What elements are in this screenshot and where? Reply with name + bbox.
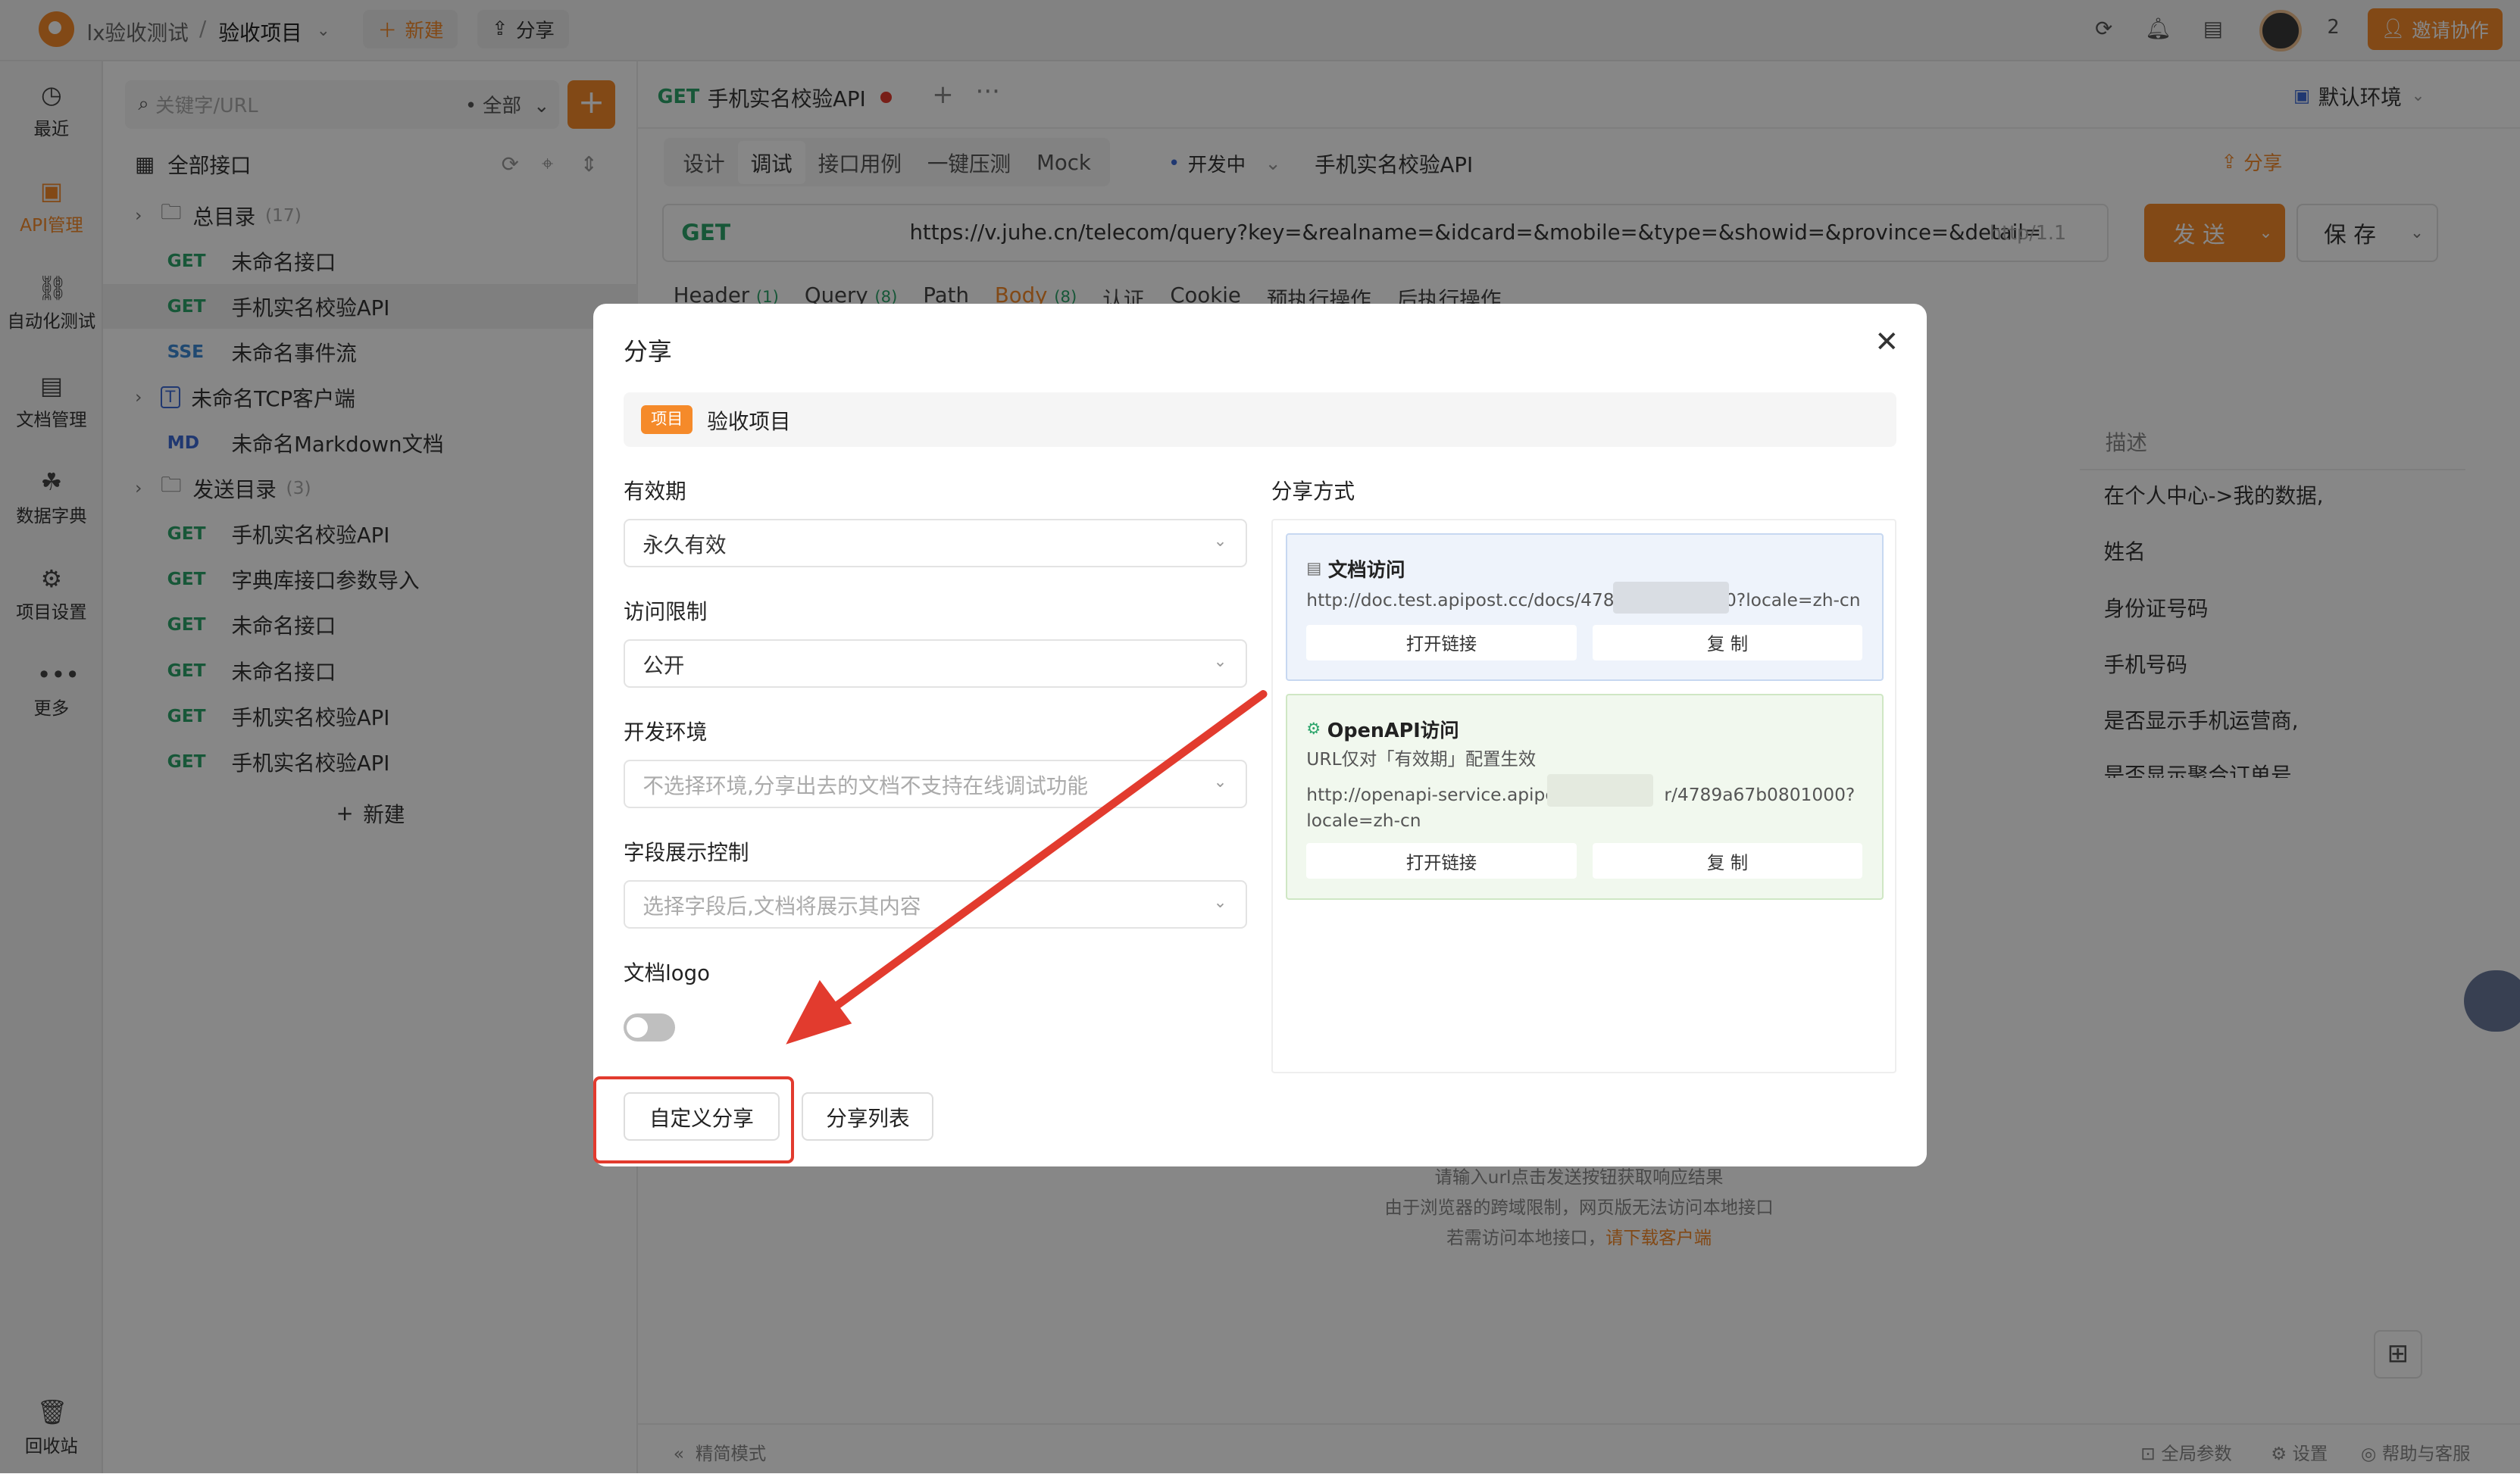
openapi-icon: ⚙ — [1306, 719, 1321, 739]
env-placeholder: 不选择环境,分享出去的文档不支持在线调试功能 — [643, 773, 1088, 799]
chevron-down-icon: ⌄ — [1213, 652, 1227, 672]
dialog-title: 分享 — [624, 337, 672, 367]
openapi-access-card: ⚙ OpenAPI访问 URL仅对「有效期」配置生效 http://openapi… — [1285, 694, 1884, 900]
share-list-label: 分享列表 — [826, 1106, 910, 1132]
validity-label: 有效期 — [624, 478, 686, 504]
redacted-block — [1613, 581, 1730, 614]
field-select[interactable]: 选择字段后,文档将展示其内容 ⌄ — [624, 880, 1248, 929]
doc-url-end: 0?locale=zh-cn — [1724, 589, 1861, 611]
doc-url-start: http://doc.test.apipost.cc/docs/4789 — [1306, 589, 1626, 611]
env-label: 开发环境 — [624, 719, 708, 745]
field-label: 字段展示控制 — [624, 840, 749, 866]
doc-copy-button[interactable]: 复 制 — [1592, 624, 1863, 660]
doc-open-button[interactable]: 打开链接 — [1306, 624, 1577, 660]
share-dialog: 分享 ✕ 项目 验收项目 有效期 永久有效 ⌄ 访问限制 公开 ⌄ 开发环境 不选择… — [592, 303, 1928, 1166]
openapi-open-button[interactable]: 打开链接 — [1306, 843, 1577, 879]
project-name-label: 验收项目 — [707, 408, 791, 434]
share-method-label: 分享方式 — [1271, 478, 1355, 504]
doc-url: http://doc.test.apipost.cc/docs/4789 0?lo… — [1306, 588, 1860, 614]
env-select[interactable]: 不选择环境,分享出去的文档不支持在线调试功能 ⌄ — [624, 760, 1248, 808]
chevron-down-icon: ⌄ — [1213, 773, 1227, 792]
openapi-open-label: 打开链接 — [1405, 851, 1477, 873]
chevron-down-icon: ⌄ — [1213, 532, 1227, 551]
openapi-url-start: http://openapi-service.apipc — [1306, 783, 1555, 805]
share-list-button[interactable]: 分享列表 — [802, 1092, 934, 1141]
openapi-card-title: ⚙ OpenAPI访问 — [1306, 715, 1459, 743]
project-bar: 项目 验收项目 — [624, 392, 1896, 447]
field-placeholder: 选择字段后,文档将展示其内容 — [643, 894, 921, 920]
redacted-block — [1547, 774, 1654, 807]
openapi-url-line2: locale=zh-cn — [1306, 809, 1421, 831]
access-select[interactable]: 公开 ⌄ — [624, 639, 1248, 688]
share-method-box: ▤ 文档访问 http://doc.test.apipost.cc/docs/47… — [1271, 519, 1896, 1073]
project-tag: 项目 — [641, 404, 693, 434]
logo-label: 文档logo — [624, 960, 711, 986]
access-value: 公开 — [643, 653, 685, 679]
logo-toggle[interactable] — [624, 1013, 675, 1041]
doc-card-title: ▤ 文档访问 — [1306, 554, 1405, 582]
access-label: 访问限制 — [624, 598, 708, 624]
openapi-card-title-text: OpenAPI访问 — [1327, 719, 1459, 742]
validity-value: 永久有效 — [643, 532, 727, 557]
chevron-down-icon: ⌄ — [1213, 893, 1227, 913]
close-icon[interactable]: ✕ — [1871, 326, 1903, 358]
doc-access-card: ▤ 文档访问 http://doc.test.apipost.cc/docs/47… — [1285, 533, 1884, 682]
doc-icon: ▤ — [1306, 558, 1322, 578]
openapi-url-end: r/4789a67b0801000? — [1664, 783, 1856, 805]
validity-select[interactable]: 永久有效 ⌄ — [624, 519, 1248, 567]
doc-copy-label: 复 制 — [1706, 633, 1749, 655]
doc-card-title-text: 文档访问 — [1327, 558, 1405, 582]
openapi-copy-button[interactable]: 复 制 — [1592, 843, 1863, 879]
openapi-copy-label: 复 制 — [1706, 851, 1749, 873]
highlight-box — [592, 1076, 794, 1163]
openapi-note: URL仅对「有效期」配置生效 — [1306, 748, 1537, 770]
doc-open-label: 打开链接 — [1405, 633, 1477, 655]
